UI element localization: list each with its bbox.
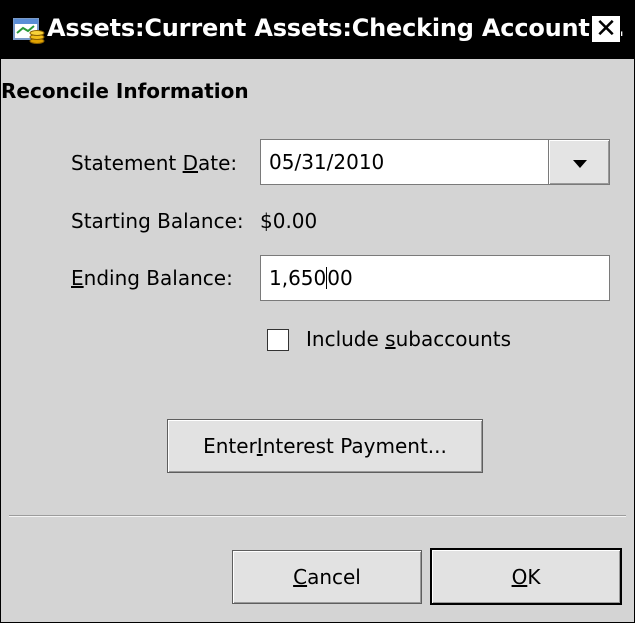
ending-balance-label: Ending Balance: — [71, 266, 233, 290]
date-dropdown-button[interactable] — [548, 139, 610, 185]
include-subaccounts-label-mnemonic: s — [385, 327, 396, 351]
include-subaccounts-checkbox[interactable] — [267, 329, 289, 351]
statement-date-input[interactable]: 05/31/2010 — [260, 139, 549, 185]
ending-balance-label-mnemonic: E — [71, 266, 84, 290]
include-subaccounts-label-post: ubaccounts — [395, 327, 512, 351]
chevron-down-icon — [573, 160, 587, 168]
statement-date-value: 05/31/2010 — [269, 150, 385, 174]
ending-balance-label-post: nding Balance: — [83, 266, 233, 290]
footer-separator — [9, 515, 626, 517]
interest-button-label-post: nterest Payment... — [262, 434, 447, 458]
close-icon[interactable]: ✕ — [591, 15, 621, 43]
gnucash-app-icon — [13, 18, 45, 44]
include-subaccounts-label[interactable]: Include subaccounts — [306, 327, 511, 351]
reconcile-dialog: Assets:Current Assets:Checking Account .… — [0, 0, 635, 623]
ending-balance-value-after: 00 — [327, 266, 353, 290]
window-title: Assets:Current Assets:Checking Account .… — [47, 14, 625, 42]
statement-date-label-mnemonic: D — [182, 151, 199, 175]
statement-date-label-post: ate: — [198, 151, 238, 175]
section-title: Reconcile Information — [1, 79, 249, 103]
enter-interest-payment-button[interactable]: Enter Interest Payment... — [167, 419, 483, 473]
title-bar[interactable]: Assets:Current Assets:Checking Account .… — [1, 1, 634, 59]
ok-button[interactable]: OK — [430, 548, 622, 605]
starting-balance-value: $0.00 — [260, 209, 318, 233]
cancel-button[interactable]: Cancel — [232, 550, 422, 604]
ok-label-post: K — [527, 564, 541, 589]
ending-balance-input[interactable]: 1,650 00 — [260, 255, 610, 301]
statement-date-label: Statement Date: — [71, 151, 237, 175]
statement-date-label-pre: Statement — [71, 151, 183, 175]
include-subaccounts-label-pre: Include — [306, 327, 386, 351]
ending-balance-value-before: 1,650 — [269, 266, 327, 290]
cancel-label-post: ancel — [307, 565, 361, 589]
cancel-label-mnemonic: C — [293, 565, 308, 589]
interest-button-label-pre: Enter — [203, 434, 257, 458]
starting-balance-label: Starting Balance: — [71, 209, 244, 233]
ok-label-mnemonic: O — [511, 564, 528, 589]
